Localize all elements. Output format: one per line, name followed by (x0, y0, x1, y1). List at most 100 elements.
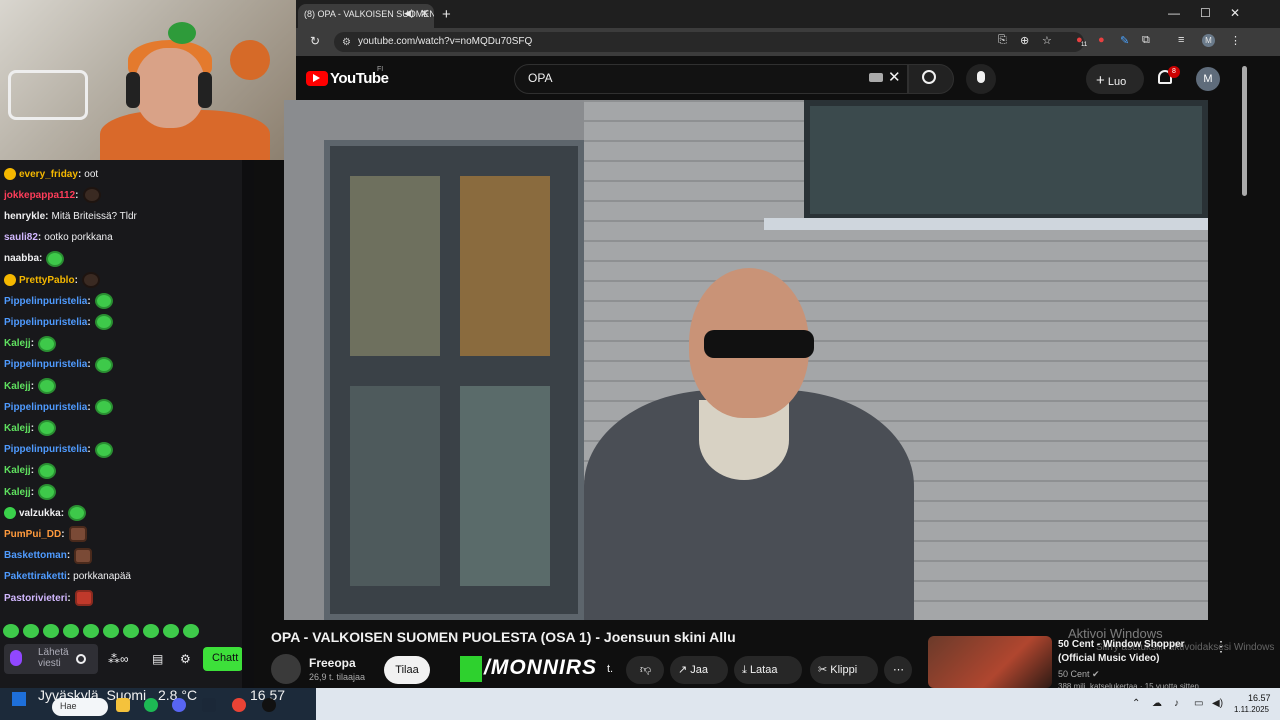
scissors-icon: ✂ (818, 664, 828, 676)
chat-username[interactable]: jokkepappa112 (4, 190, 75, 201)
chat-username[interactable]: PrettyPablo (19, 275, 75, 286)
extensions-icon[interactable]: ⧉ (1142, 34, 1150, 47)
more-actions-button[interactable]: ⋯ (884, 656, 912, 684)
chat-username[interactable]: Kalejj (4, 338, 31, 349)
chat-message: PrettyPablo: (4, 270, 100, 290)
clock-date[interactable]: 1.11.2025 (1234, 705, 1269, 714)
channel-name[interactable]: Freeopa (309, 656, 356, 670)
chat-username[interactable]: Kalejj (4, 381, 31, 392)
tab-audio-icon[interactable]: ◀) (404, 8, 414, 19)
profile-icon[interactable]: M (1202, 34, 1215, 47)
chat-username[interactable]: Baskettoman (4, 550, 67, 561)
search-input[interactable] (514, 64, 908, 94)
chat-username[interactable]: Kalejj (4, 423, 31, 434)
zoom-icon[interactable]: ⊕ (1020, 34, 1029, 47)
recommended-thumbnail[interactable] (928, 636, 1052, 688)
menu-icon[interactable]: ⋮ (1230, 34, 1241, 47)
url-text[interactable]: youtube.com/watch?v=noMQDu70SFQ (358, 36, 532, 47)
chat-username[interactable]: Pippelinpuristelia (4, 296, 87, 307)
chat-username[interactable]: Pippelinpuristelia (4, 444, 87, 455)
clock-time[interactable]: 16.57 (1248, 693, 1271, 703)
emote-bar[interactable] (0, 620, 242, 642)
chat-username[interactable]: Pakettiraketti (4, 571, 67, 582)
chat-text: oot (84, 168, 99, 180)
dislike-button[interactable]: 👎︎ (626, 656, 664, 684)
region-code: FI (377, 66, 384, 73)
emote-picker-icon[interactable] (76, 654, 86, 664)
tab-close-icon[interactable]: ✕ (420, 7, 429, 20)
search-value[interactable]: OPA (528, 71, 552, 85)
tray-app-icon[interactable]: ☁ (1152, 698, 1162, 709)
share-label: Jaa (690, 664, 709, 676)
translate-icon[interactable]: ✎ (1120, 34, 1129, 47)
chat-username[interactable]: Pastorivieteri (4, 593, 67, 604)
file-explorer-icon[interactable] (116, 698, 130, 712)
channel-avatar[interactable] (271, 654, 301, 684)
start-icon[interactable] (12, 692, 26, 706)
emote-icon (94, 356, 113, 373)
stream-chat: every_friday: oot jokkepappa112: henrykle: M… (0, 160, 242, 688)
chat-username[interactable]: Pippelinpuristelia (4, 402, 87, 413)
chat-message: Pippelinpuristelia: (4, 312, 113, 332)
discord-icon[interactable] (172, 698, 186, 712)
maximize-icon[interactable]: ☐ (1200, 6, 1211, 20)
chat-username[interactable]: every_friday (19, 169, 78, 180)
store-icon[interactable]: ▤ (152, 652, 163, 666)
recommended-channel[interactable]: 50 Cent ✔ (1058, 669, 1100, 680)
spotify-icon[interactable] (144, 698, 158, 712)
search-icon[interactable] (922, 70, 936, 84)
chat-username[interactable]: Kalejj (4, 487, 31, 498)
subscriber-badge-icon (4, 507, 16, 520)
install-icon[interactable]: ⎘ (998, 34, 1007, 47)
subscribe-button[interactable]: Tilaa (384, 656, 430, 684)
video-player[interactable] (284, 100, 1208, 620)
chrome-icon[interactable] (232, 698, 246, 712)
media-icon[interactable]: ≡ (1178, 34, 1184, 46)
bits-icon[interactable]: ⁂∞ (108, 652, 129, 666)
network-icon[interactable]: ▭ (1194, 698, 1203, 709)
chat-username[interactable]: valzukka (19, 508, 61, 519)
bookmark-icon[interactable]: ☆ (1042, 34, 1052, 47)
close-window-icon[interactable]: ✕ (1230, 6, 1240, 20)
chat-username[interactable]: naabba (4, 253, 39, 264)
scrollbar-thumb[interactable] (1242, 66, 1247, 196)
emote-icon (82, 187, 101, 204)
chat-text: Mitä Briteissä? Tldr (51, 210, 137, 222)
chat-username[interactable]: Pippelinpuristelia (4, 317, 87, 328)
verified-icon: ✔ (1092, 669, 1100, 679)
chat-username[interactable]: henrykle (4, 211, 45, 222)
clip-button[interactable]: ✂ Klippi (810, 656, 878, 684)
taskbar-search[interactable]: Hae (52, 698, 108, 716)
clear-search-icon[interactable]: ✕ (888, 68, 901, 86)
recommended-channel-name: 50 Cent (1058, 669, 1090, 679)
adblock-icon[interactable]: ● (1098, 34, 1105, 46)
obs-icon[interactable] (262, 698, 276, 712)
steam-icon[interactable] (202, 698, 216, 712)
chat-username[interactable]: PumPui_DD (4, 529, 61, 540)
chat-message: Pastorivieteri: (4, 588, 93, 608)
gear-icon[interactable]: ⚙ (180, 652, 191, 666)
chat-message: Kalejj: (4, 482, 57, 502)
volume-icon[interactable]: ◀) (1212, 698, 1223, 709)
minimize-icon[interactable]: — (1168, 6, 1180, 20)
site-info-icon[interactable]: ⚙ (342, 37, 351, 48)
chat-username[interactable]: Pippelinpuristelia (4, 359, 87, 370)
keyboard-icon[interactable] (869, 73, 883, 82)
tray-chevron-icon[interactable]: ⌃ (1132, 698, 1140, 709)
chat-username[interactable]: Kalejj (4, 465, 31, 476)
download-button[interactable]: ⤓ Lataa (734, 656, 802, 684)
emote-icon (46, 250, 65, 267)
like-count[interactable]: t. (607, 663, 613, 675)
emote-icon (94, 314, 113, 331)
chat-send-button[interactable]: Chatt (203, 647, 243, 671)
create-button[interactable]: + Luo (1086, 64, 1144, 94)
chat-username[interactable]: sauli82 (4, 232, 38, 243)
chat-message: Pippelinpuristelia: (4, 440, 113, 460)
reload-icon[interactable]: ↻ (310, 34, 320, 48)
microphone-icon[interactable] (10, 650, 22, 666)
share-button[interactable]: ↗ Jaa (670, 656, 728, 684)
new-tab-icon[interactable]: + (442, 6, 451, 23)
account-avatar[interactable]: M (1196, 67, 1220, 91)
chat-message: Pippelinpuristelia: (4, 291, 113, 311)
tray-mic-icon[interactable]: ♪ (1174, 698, 1179, 709)
